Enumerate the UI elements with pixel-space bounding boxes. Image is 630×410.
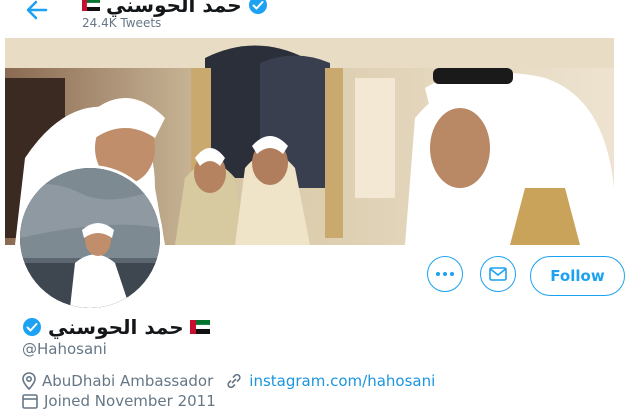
- joined-text: Joined November 2011: [44, 392, 216, 410]
- profile-display-name: حمد الحوسني: [48, 315, 184, 339]
- profile-handle: @Hahosani: [22, 340, 107, 358]
- link-icon: [227, 373, 241, 389]
- uae-flag-icon: [189, 320, 210, 334]
- verified-badge-icon: [248, 0, 267, 14]
- joined-date: Joined November 2011: [22, 392, 216, 410]
- tweet-count: 24.4K Tweets: [82, 16, 162, 30]
- back-arrow-icon: [26, 0, 48, 20]
- back-button[interactable]: [22, 0, 50, 20]
- location-pin-icon: [22, 372, 36, 390]
- top-bar: حمد الحوسني 24.4K Tweets: [0, 0, 630, 38]
- message-button[interactable]: [480, 256, 516, 292]
- website[interactable]: instagram.com/hahosani: [225, 372, 435, 390]
- website-link[interactable]: instagram.com/hahosani: [249, 372, 435, 390]
- envelope-icon: [489, 267, 507, 281]
- location-text: AbuDhabi Ambassador: [42, 372, 214, 390]
- location: AbuDhabi Ambassador: [22, 372, 213, 390]
- header-name-row: حمد الحوسني: [82, 0, 268, 16]
- verified-badge-icon: [23, 318, 41, 336]
- header-display-name: حمد الحوسني: [106, 0, 242, 17]
- more-icon: [436, 272, 454, 276]
- calendar-icon: [22, 394, 38, 409]
- profile-name-row: حمد الحوسني: [22, 316, 210, 338]
- follow-button[interactable]: Follow: [530, 256, 625, 296]
- uae-flag-icon: [82, 0, 100, 11]
- more-options-button[interactable]: [427, 256, 463, 292]
- profile-avatar[interactable]: [17, 165, 163, 311]
- avatar-photo: [20, 168, 160, 308]
- profile-meta-row: AbuDhabi Ambassador instagram.com/hahosa…: [22, 371, 447, 391]
